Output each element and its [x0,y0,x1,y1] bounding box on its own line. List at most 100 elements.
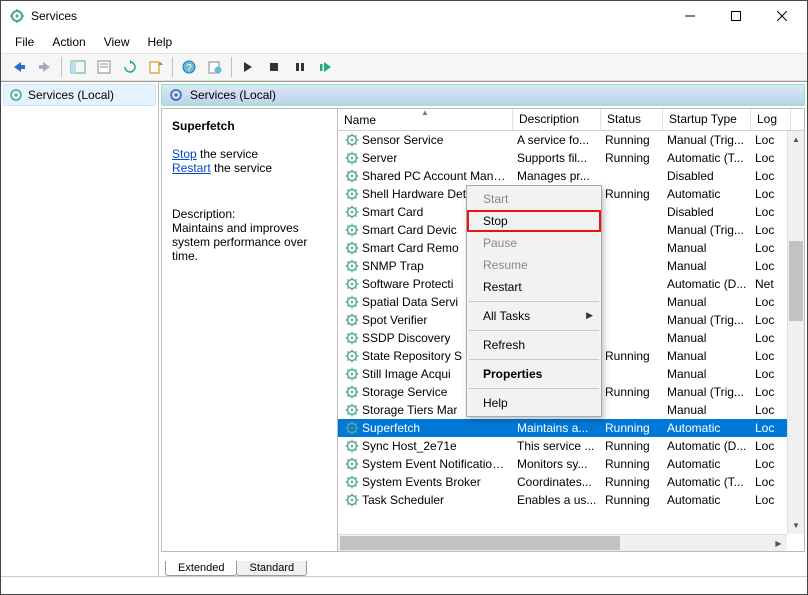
ctx-sep [469,359,599,360]
refresh-button[interactable] [118,56,142,78]
right-pane: Services (Local) Superfetch Stop the ser… [159,82,807,576]
service-name: Software Protecti [362,277,453,291]
scrollbar-thumb[interactable] [789,241,803,321]
restart-service-button[interactable] [314,56,338,78]
col-logon[interactable]: Log [751,109,791,130]
menu-view[interactable]: View [96,33,138,51]
show-hide-tree-button[interactable] [66,56,90,78]
stop-service-button[interactable] [262,56,286,78]
service-startup: Manual [663,330,751,346]
service-logon: Loc [751,312,791,328]
table-row[interactable]: Sensor ServiceA service fo...RunningManu… [338,131,804,149]
service-status: Running [601,456,663,472]
close-button[interactable] [759,2,805,30]
help-button[interactable]: ? [177,56,201,78]
service-startup: Manual [663,366,751,382]
service-logon: Loc [751,222,791,238]
service-startup: Manual (Trig... [663,222,751,238]
context-menu: Start Stop Pause Resume Restart All Task… [466,185,602,417]
service-startup: Manual [663,240,751,256]
table-row[interactable]: Task SchedulerEnables a us...RunningAuto… [338,491,804,509]
scroll-up-icon[interactable]: ▲ [788,131,804,148]
service-startup: Manual (Trig... [663,312,751,328]
content-area: Superfetch Stop the service Restart the … [161,108,805,552]
col-name[interactable]: Name▲ [338,109,513,130]
service-logon: Loc [751,456,791,472]
tab-extended[interactable]: Extended [165,561,237,576]
table-row[interactable]: System Event Notification S...Monitors s… [338,455,804,473]
scroll-right-icon[interactable]: ▶ [770,535,787,551]
ctx-alltasks[interactable]: All Tasks▶ [467,305,601,327]
service-name: Sensor Service [362,133,443,147]
col-status[interactable]: Status [601,109,663,130]
service-status: Running [601,438,663,454]
description-label: Description: [172,207,327,221]
service-logon: Loc [751,492,791,508]
toolbar-sep [172,57,173,77]
service-status: Running [601,132,663,148]
gear-icon [344,492,360,508]
service-logon: Loc [751,258,791,274]
service-startup: Disabled [663,168,751,184]
service-name: Sync Host_2e71e [362,439,457,453]
menu-file[interactable]: File [7,33,42,51]
tree-node-services-local[interactable]: Services (Local) [3,84,156,106]
maximize-button[interactable] [713,2,759,30]
service-name: System Events Broker [362,475,481,489]
table-row[interactable]: System Events BrokerCoordinates...Runnin… [338,473,804,491]
ctx-sep [469,301,599,302]
forward-button[interactable] [33,56,57,78]
gear-icon [344,240,360,256]
service-startup: Automatic [663,420,751,436]
ctx-restart[interactable]: Restart [467,276,601,298]
back-button[interactable] [7,56,31,78]
restart-link[interactable]: Restart [172,161,211,175]
toolbar: ? [1,53,807,81]
table-row[interactable]: SuperfetchMaintains a...RunningAutomatic… [338,419,804,437]
service-status: Running [601,492,663,508]
properties-button[interactable] [92,56,116,78]
menu-help[interactable]: Help [140,33,181,51]
list-header: Name▲ Description Status Startup Type Lo… [338,109,804,131]
ctx-properties[interactable]: Properties [467,363,601,385]
service-startup: Manual (Trig... [663,132,751,148]
service-startup: Automatic (T... [663,150,751,166]
service-status: Running [601,348,663,364]
pause-service-button[interactable] [288,56,312,78]
service-status [601,247,663,249]
scrollbar-thumb[interactable] [340,536,620,550]
service-name: State Repository S [362,349,462,363]
ctx-stop[interactable]: Stop [467,210,601,232]
table-row[interactable]: ServerSupports fil...RunningAutomatic (T… [338,149,804,167]
ctx-help[interactable]: Help [467,392,601,414]
ctx-resume: Resume [467,254,601,276]
services-window: Services File Action View Help ? [0,0,808,595]
service-logon: Loc [751,438,791,454]
tab-standard[interactable]: Standard [236,561,307,576]
ctx-refresh[interactable]: Refresh [467,334,601,356]
service-logon: Loc [751,420,791,436]
table-row[interactable]: Sync Host_2e71eThis service ...RunningAu… [338,437,804,455]
gear-icon [344,366,360,382]
menu-action[interactable]: Action [44,33,93,51]
service-status [601,229,663,231]
service-startup: Manual [663,402,751,418]
selected-service-name: Superfetch [172,119,327,133]
col-startup[interactable]: Startup Type [663,109,751,130]
service-logon: Loc [751,240,791,256]
scroll-down-icon[interactable]: ▼ [788,517,804,534]
gear-icon [344,186,360,202]
minimize-button[interactable] [667,2,713,30]
start-service-button[interactable] [236,56,260,78]
service-name: System Event Notification S... [362,457,509,471]
service-logon: Loc [751,366,791,382]
titlebar: Services [1,1,807,31]
export-button[interactable] [144,56,168,78]
table-row[interactable]: Shared PC Account ManagerManages pr...Di… [338,167,804,185]
service-status [601,373,663,375]
col-description[interactable]: Description [513,109,601,130]
vertical-scrollbar[interactable]: ▲ ▼ [787,131,804,534]
horizontal-scrollbar[interactable]: ◀ ▶ [338,534,787,551]
help-alt-button[interactable] [203,56,227,78]
stop-link[interactable]: Stop [172,147,197,161]
